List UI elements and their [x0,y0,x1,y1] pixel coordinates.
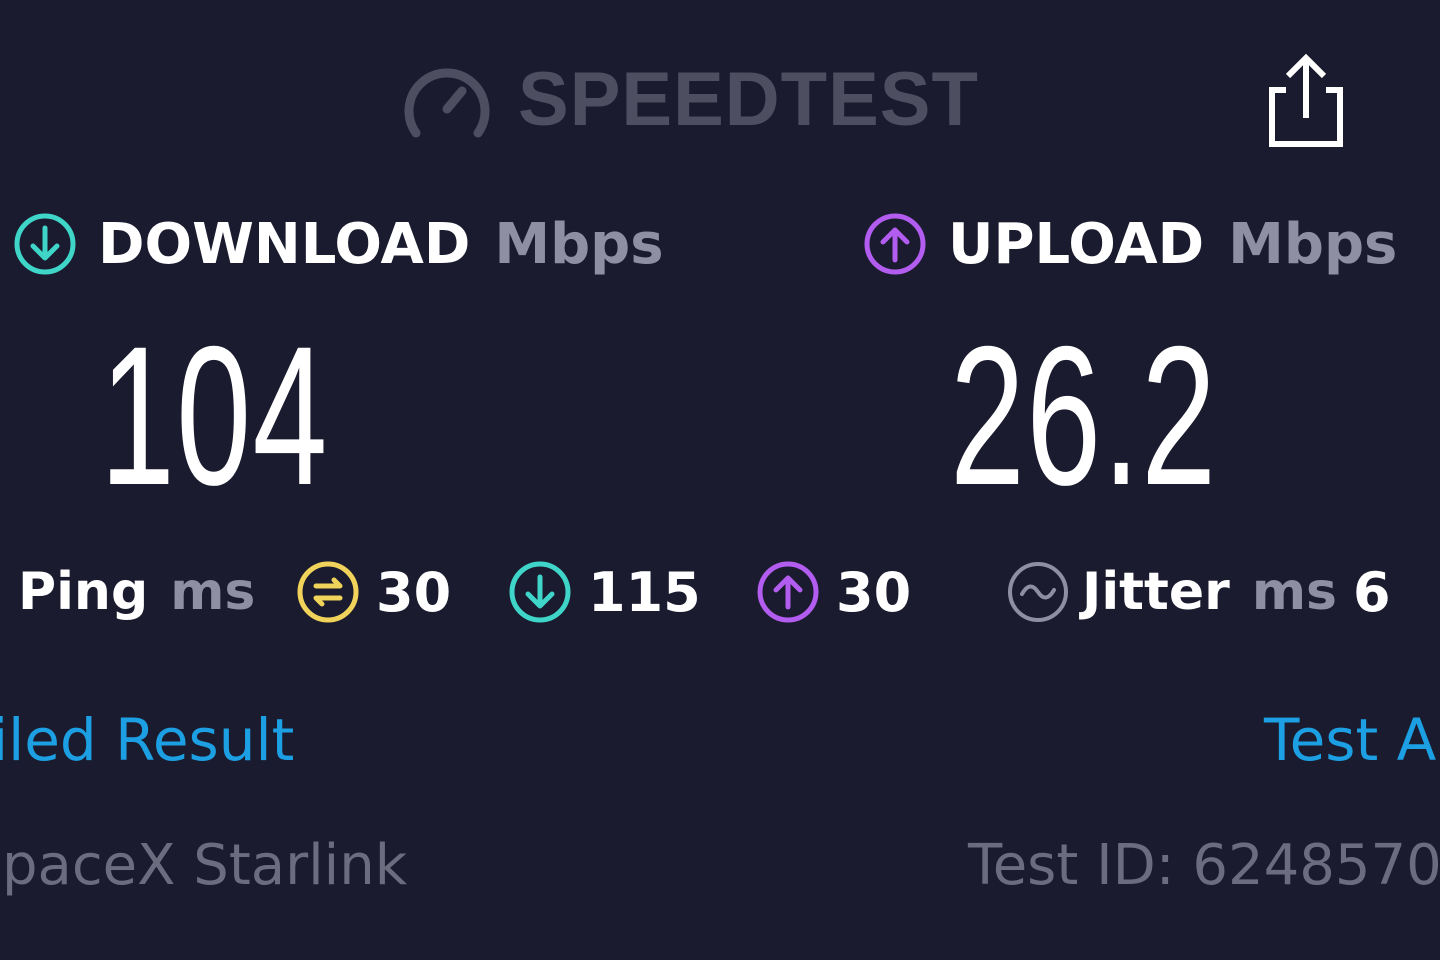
jitter: Jitter ms 6 [1006,556,1391,628]
ping-label-group: Ping ms [18,556,255,628]
idle-ping-icon [297,561,359,623]
download-unit: Mbps [494,211,664,277]
share-icon [1269,53,1343,147]
test-again-link[interactable]: Test A [1264,704,1436,776]
upload-arrow-icon [864,213,926,275]
download-ping-value: 115 [588,560,701,624]
upload-header: UPLOAD Mbps [862,208,1397,280]
ping-jitter-stats: Ping ms 30 115 30 Jitter ms 6 [0,556,1440,628]
ping-label: Ping [18,562,149,622]
speedometer-icon [404,68,490,138]
download-ping: 115 [508,556,701,628]
speedtest-result-screen: SPEEDTEST DOWNLOAD Mbps 104 UPLOAD Mbps … [0,0,1440,960]
idle-ping-value: 30 [376,560,452,624]
upload-label: UPLOAD [948,211,1205,277]
download-arrow-icon [14,213,76,275]
detailed-result-link[interactable]: iled Result [0,704,294,776]
upload-ping: 30 [756,556,911,628]
test-id: Test ID: 6248570 [968,833,1440,898]
speedtest-logo: SPEEDTEST [402,58,979,142]
download-header: DOWNLOAD Mbps [12,208,664,280]
idle-ping: 30 [296,556,451,628]
upload-arrow-icon [757,561,819,623]
provider-name: paceX Starlink [2,833,408,898]
jitter-wave-icon [1008,562,1068,622]
share-button[interactable] [1264,50,1348,150]
brand-name: SPEEDTEST [518,57,979,142]
jitter-value: 6 [1352,560,1391,624]
download-arrow-icon [509,561,571,623]
jitter-label: Jitter [1082,562,1230,622]
download-speed-value: 104 [100,305,329,526]
ping-unit: ms [170,562,256,622]
jitter-unit: ms [1251,562,1337,622]
upload-speed-value: 26.2 [950,305,1218,526]
upload-ping-value: 30 [836,560,912,624]
download-label: DOWNLOAD [98,211,471,277]
upload-unit: Mbps [1228,211,1398,277]
